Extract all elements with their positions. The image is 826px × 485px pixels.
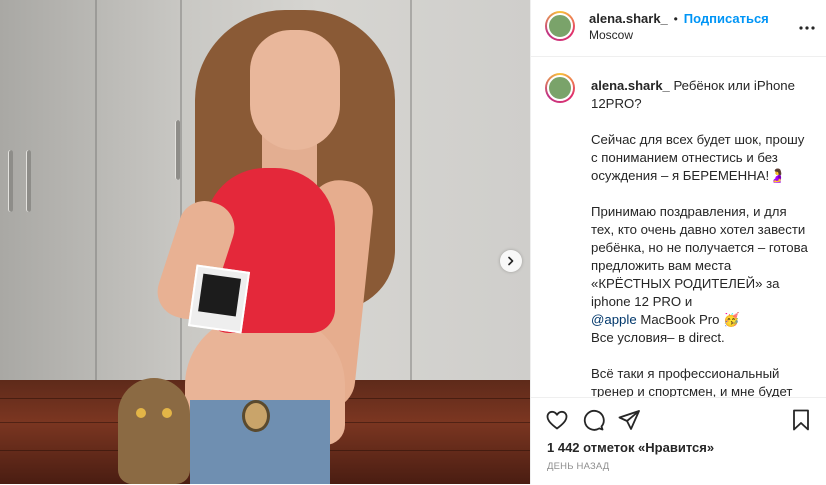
wardrobe-handle bbox=[175, 120, 180, 180]
ultrasound-photo bbox=[187, 264, 251, 334]
separator-dot: • bbox=[673, 12, 678, 26]
wrist-watch bbox=[242, 400, 270, 432]
post-timestamp[interactable]: ДЕНЬ НАЗАД bbox=[547, 461, 609, 472]
avatar[interactable] bbox=[545, 11, 575, 41]
wardrobe-handle bbox=[8, 150, 13, 212]
caption-username[interactable]: alena.shark_ bbox=[591, 78, 670, 93]
paper-plane-icon bbox=[618, 410, 640, 430]
caption-paragraph: Принимаю поздравления, и для тех, кто оч… bbox=[591, 204, 808, 309]
post-photo[interactable] bbox=[0, 0, 530, 484]
post-header: alena.shark_ • Подписаться Moscow bbox=[531, 0, 826, 57]
cat-eye bbox=[162, 408, 172, 418]
action-bar: 1 442 отметок «Нравится» ДЕНЬ НАЗАД bbox=[531, 397, 826, 485]
save-button[interactable] bbox=[789, 408, 813, 435]
avatar-image bbox=[547, 75, 573, 101]
woman-face bbox=[250, 30, 340, 150]
follow-button[interactable]: Подписаться bbox=[684, 11, 769, 26]
heart-icon bbox=[546, 410, 568, 430]
wardrobe-seam bbox=[180, 0, 182, 400]
caption-paragraph: Всё таки я профессиональный тренер и спо… bbox=[591, 366, 793, 397]
share-button[interactable] bbox=[617, 408, 641, 435]
likes-count[interactable]: 1 442 отметок «Нравится» bbox=[547, 440, 714, 455]
like-button[interactable] bbox=[545, 408, 569, 435]
caption-paragraph: Сейчас для всех будет шок, прошу с поним… bbox=[591, 132, 805, 183]
instagram-post: alena.shark_ • Подписаться Moscow alena.… bbox=[0, 0, 826, 484]
avatar-image bbox=[547, 13, 573, 39]
next-photo-button[interactable] bbox=[500, 250, 522, 272]
mention-link[interactable]: @apple bbox=[591, 312, 637, 327]
caption-paragraph: MacBook Pro 🥳 bbox=[640, 312, 740, 327]
more-options-button[interactable] bbox=[799, 18, 815, 33]
cat-eye bbox=[136, 408, 146, 418]
bengal-cat bbox=[118, 378, 190, 484]
location-link[interactable]: Moscow bbox=[589, 28, 633, 42]
caption-paragraph: Все условия– в direct. bbox=[591, 330, 725, 345]
header-user-line: alena.shark_ • Подписаться bbox=[589, 10, 769, 26]
header-username[interactable]: alena.shark_ bbox=[589, 11, 668, 26]
wardrobe-seam bbox=[95, 0, 97, 400]
ultrasound-image bbox=[198, 273, 242, 317]
comment-icon bbox=[583, 409, 605, 431]
more-options-icon bbox=[799, 26, 815, 30]
wardrobe-handle bbox=[26, 150, 31, 212]
caption-area: alena.shark_ Ребёнок или iPhone 12PRO? С… bbox=[531, 57, 826, 397]
wardrobe-seam bbox=[410, 0, 412, 400]
bookmark-icon bbox=[793, 409, 809, 431]
caption-avatar[interactable] bbox=[545, 73, 575, 103]
post-side-panel: alena.shark_ • Подписаться Moscow alena.… bbox=[530, 0, 826, 484]
caption-text: alena.shark_ Ребёнок или iPhone 12PRO? С… bbox=[591, 77, 813, 397]
comment-button[interactable] bbox=[581, 408, 605, 435]
chevron-right-icon bbox=[508, 256, 514, 266]
